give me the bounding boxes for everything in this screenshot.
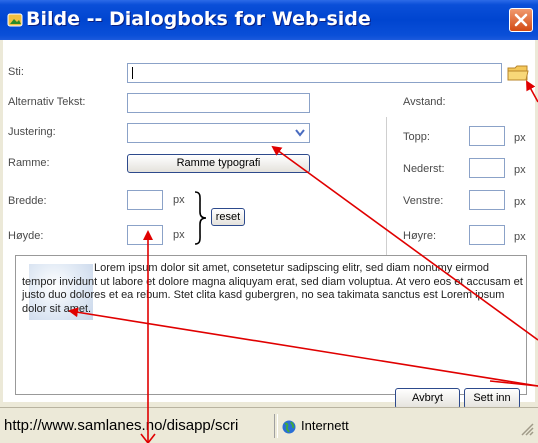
globe-icon <box>282 420 296 434</box>
folder-icon[interactable] <box>507 64 529 82</box>
image-preview: Lorem ipsum dolor sit amet, consetetur s… <box>15 255 527 395</box>
alt-text-label: Alternativ Tekst: <box>8 96 86 108</box>
width-label: Bredde: <box>8 195 47 207</box>
resize-grip-icon[interactable] <box>518 420 534 436</box>
spacing-bottom-label: Nederst: <box>403 163 445 175</box>
close-button[interactable] <box>509 8 533 32</box>
status-bar: http://www.samlanes.no/disapp/scri Inter… <box>0 407 538 443</box>
dialog-body: Sti: Alternativ Tekst: Justering: Ramme:… <box>3 40 535 402</box>
path-input[interactable] <box>127 63 502 83</box>
alt-text-input[interactable] <box>127 93 310 113</box>
status-url: http://www.samlanes.no/disapp/scri <box>4 417 239 434</box>
status-separator <box>274 414 278 438</box>
spacing-heading: Avstand: <box>403 96 446 108</box>
height-unit: px <box>173 229 185 241</box>
spacing-top-input[interactable] <box>469 126 505 146</box>
app-icon <box>7 13 23 27</box>
height-input[interactable] <box>127 225 163 245</box>
spacing-top-label: Topp: <box>403 131 430 143</box>
brace-icon <box>194 191 207 245</box>
spacing-left-unit: px <box>514 196 526 208</box>
text-cursor <box>132 67 133 79</box>
spacing-right-unit: px <box>514 231 526 243</box>
width-input[interactable] <box>127 190 163 210</box>
height-label: Høyde: <box>8 230 44 242</box>
align-label: Justering: <box>8 126 56 138</box>
cancel-button[interactable]: Avbryt <box>395 388 460 409</box>
border-label: Ramme: <box>8 157 50 169</box>
spacing-right-label: Høyre: <box>403 230 436 242</box>
insert-button[interactable]: Sett inn <box>464 388 520 409</box>
spacing-top-unit: px <box>514 132 526 144</box>
spacing-bottom-input[interactable] <box>469 158 505 178</box>
spacing-right-input[interactable] <box>469 225 505 245</box>
image-dialog-window: Bilde -- Dialogboks for Web-side Sti: Al… <box>0 0 538 443</box>
preview-text: Lorem ipsum dolor sit amet, consetetur s… <box>22 262 523 315</box>
title-bar[interactable]: Bilde -- Dialogboks for Web-side <box>0 0 538 40</box>
zone-label: Internett <box>301 418 349 433</box>
chevron-down-icon[interactable] <box>295 129 305 137</box>
spacing-left-label: Venstre: <box>403 195 444 207</box>
align-select[interactable] <box>127 123 310 143</box>
border-style-button[interactable]: Ramme typografi <box>127 154 310 173</box>
spacing-left-input[interactable] <box>469 190 505 210</box>
width-unit: px <box>173 194 185 206</box>
spacing-bottom-unit: px <box>514 164 526 176</box>
reset-button[interactable]: reset <box>211 208 245 226</box>
path-label: Sti: <box>8 66 24 78</box>
close-icon <box>514 13 528 27</box>
dialog-title: Bilde -- Dialogboks for Web-side <box>26 8 371 30</box>
